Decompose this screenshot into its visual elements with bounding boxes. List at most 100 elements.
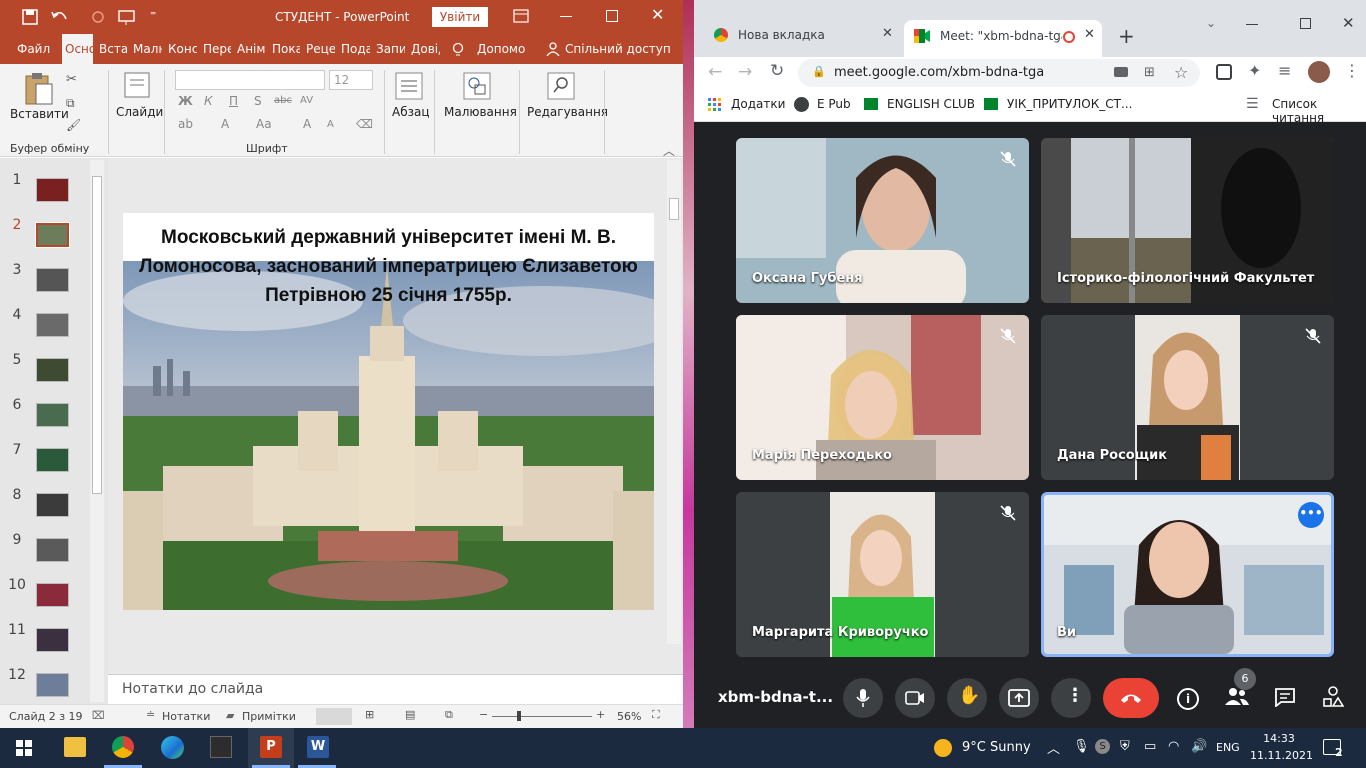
paste-icon[interactable] xyxy=(24,72,54,106)
slide-thumbnail[interactable] xyxy=(36,538,69,562)
start-from-beginning-icon[interactable] xyxy=(118,9,136,25)
shapes-icon[interactable] xyxy=(463,72,491,100)
media-icon[interactable] xyxy=(1216,64,1232,80)
chrome-menu-icon[interactable]: ⋮ xyxy=(1344,61,1360,80)
tab-view[interactable]: Подан xyxy=(338,34,370,64)
install-app-icon[interactable]: ⊞ xyxy=(1144,65,1155,80)
reading-list-icon[interactable]: ≡ xyxy=(1278,61,1291,80)
close-tab-icon[interactable]: ✕ xyxy=(882,26,893,41)
tab-search-icon[interactable]: ⌄ xyxy=(1206,16,1216,30)
clear-formatting-icon[interactable]: ⌫ xyxy=(356,117,373,131)
slide-thumbnail[interactable] xyxy=(36,268,69,292)
word-icon[interactable]: W xyxy=(307,736,329,758)
close-tab-icon[interactable]: ✕ xyxy=(1084,27,1095,42)
notes-icon[interactable]: ≐ xyxy=(146,708,155,721)
zoom-slider[interactable] xyxy=(492,716,592,717)
browser-tab-new[interactable]: Нова вкладка ✕ xyxy=(702,21,902,51)
tab-file[interactable]: Файл xyxy=(14,34,53,64)
zoom-level[interactable]: 56% xyxy=(617,710,641,723)
comments-icon[interactable]: ▰ xyxy=(226,709,234,722)
slide-thumbnail[interactable] xyxy=(36,493,69,517)
drawing-button[interactable]: Малювання xyxy=(444,105,517,119)
collapse-ribbon-icon[interactable]: ︿ xyxy=(663,142,675,159)
microphone-button[interactable] xyxy=(843,678,883,718)
participant-tile[interactable]: Історико-філологічний Факультет xyxy=(1041,138,1334,303)
save-icon[interactable] xyxy=(22,9,38,25)
participant-tile[interactable]: Марія Переходько xyxy=(736,315,1029,480)
ribbon-display-icon[interactable] xyxy=(513,9,529,23)
bookmark-english-club[interactable]: ENGLISH CLUB xyxy=(887,97,975,111)
slide-title[interactable]: Московський державний університет імені … xyxy=(123,223,654,310)
maximize-button[interactable] xyxy=(606,10,618,22)
slide-canvas[interactable]: Московський державний університет імені … xyxy=(123,213,654,610)
editor-scrollbar[interactable] xyxy=(667,160,681,644)
slide-thumbnail[interactable] xyxy=(36,448,69,472)
slide-thumbnail[interactable] xyxy=(36,628,69,652)
participant-tile[interactable]: Маргарита Криворучко xyxy=(736,492,1029,657)
minimize-button[interactable] xyxy=(560,16,572,17)
chrome-taskbar-icon[interactable] xyxy=(112,736,134,758)
show-hidden-icons[interactable]: ︿ xyxy=(1047,738,1060,757)
meeting-code[interactable]: xbm-bdna-t... xyxy=(718,688,833,706)
url-text[interactable]: meet.google.com/xbm-bdna-tga xyxy=(834,65,1044,80)
normal-view-button[interactable] xyxy=(316,708,352,725)
bookmark-epub[interactable]: E Pub xyxy=(817,97,851,111)
meeting-info-icon[interactable]: i xyxy=(1177,688,1199,710)
maximize-button[interactable] xyxy=(1300,18,1311,29)
bookmark-star-icon[interactable]: ☆ xyxy=(1174,63,1188,82)
clock-date[interactable]: 11.11.2021 xyxy=(1250,749,1313,762)
participant-tile-self[interactable]: ••• Ви xyxy=(1041,492,1334,657)
tab-record[interactable]: Запис xyxy=(373,34,405,64)
accessibility-icon[interactable]: ⌧ xyxy=(92,709,105,722)
extensions-icon[interactable]: ✦ xyxy=(1248,61,1261,80)
close-window-button[interactable]: ✕ xyxy=(1342,14,1355,32)
scroll-thumb[interactable] xyxy=(669,198,679,220)
notes-area[interactable]: Нотатки до слайда xyxy=(108,674,683,704)
new-slide-icon[interactable] xyxy=(124,72,150,98)
underline-button[interactable]: П xyxy=(229,94,238,108)
more-options-button[interactable]: ⋮ xyxy=(1051,678,1091,718)
back-icon[interactable]: ← xyxy=(708,62,722,82)
new-tab-button[interactable]: + xyxy=(1118,24,1135,48)
security-icon[interactable]: ⛨ xyxy=(1120,739,1130,754)
zoom-in-button[interactable]: + xyxy=(596,708,605,721)
editing-button[interactable]: Редагування xyxy=(527,105,608,119)
slide-thumbnail[interactable] xyxy=(36,403,69,427)
grow-font-button[interactable]: A xyxy=(303,117,311,131)
slides-button[interactable]: Слайди xyxy=(116,105,163,119)
browser-tab-meet[interactable]: Meet: "xbm-bdna-tga" ✕ xyxy=(904,20,1102,57)
shadow-button[interactable]: S xyxy=(254,94,262,108)
volume-icon[interactable]: 🔊 xyxy=(1191,739,1207,754)
camera-permission-icon[interactable] xyxy=(1114,67,1128,77)
tab-transitions[interactable]: Пере xyxy=(200,34,231,64)
find-icon[interactable] xyxy=(547,72,575,100)
tab-references[interactable]: Довід xyxy=(408,34,440,64)
font-color-button[interactable]: A xyxy=(221,117,229,131)
clock-time[interactable]: 14:33 xyxy=(1254,732,1304,745)
tab-review[interactable]: Реце xyxy=(303,34,335,64)
raise-hand-button[interactable]: ✋ xyxy=(947,678,987,718)
weather-text[interactable]: 9°C Sunny xyxy=(962,740,1031,755)
wifi-icon[interactable]: ◠ xyxy=(1168,739,1179,754)
tab-draw[interactable]: Малю xyxy=(130,34,162,64)
font-size-select[interactable]: 12 xyxy=(329,70,373,90)
tab-animations[interactable]: Аніма xyxy=(234,34,266,64)
customize-qat-icon[interactable]: ⁼ xyxy=(150,8,156,22)
tab-insert[interactable]: Встав xyxy=(96,34,127,64)
present-button[interactable] xyxy=(999,678,1039,718)
slide-thumbnail[interactable] xyxy=(36,313,69,337)
paragraph-button[interactable]: Абзац xyxy=(392,105,430,119)
slide-thumbnail[interactable] xyxy=(36,358,69,382)
chat-button[interactable] xyxy=(1274,687,1296,707)
more-options-icon[interactable]: ••• xyxy=(1298,502,1324,528)
lock-icon[interactable]: 🔒 xyxy=(812,65,826,78)
highlight-icon[interactable]: ab xyxy=(178,117,193,131)
shrink-font-button[interactable]: A xyxy=(327,119,334,130)
video-editor-icon[interactable] xyxy=(210,736,232,758)
bookmark-apps[interactable]: Додатки xyxy=(731,97,785,111)
slide-thumbnail[interactable] xyxy=(35,222,70,248)
leave-call-button[interactable] xyxy=(1103,678,1159,718)
address-bar[interactable]: 🔒 meet.google.com/xbm-bdna-tga ⊞ ☆ xyxy=(798,59,1200,87)
zoom-out-button[interactable]: − xyxy=(479,708,488,721)
slideshow-icon[interactable]: ⧉ xyxy=(445,708,453,722)
